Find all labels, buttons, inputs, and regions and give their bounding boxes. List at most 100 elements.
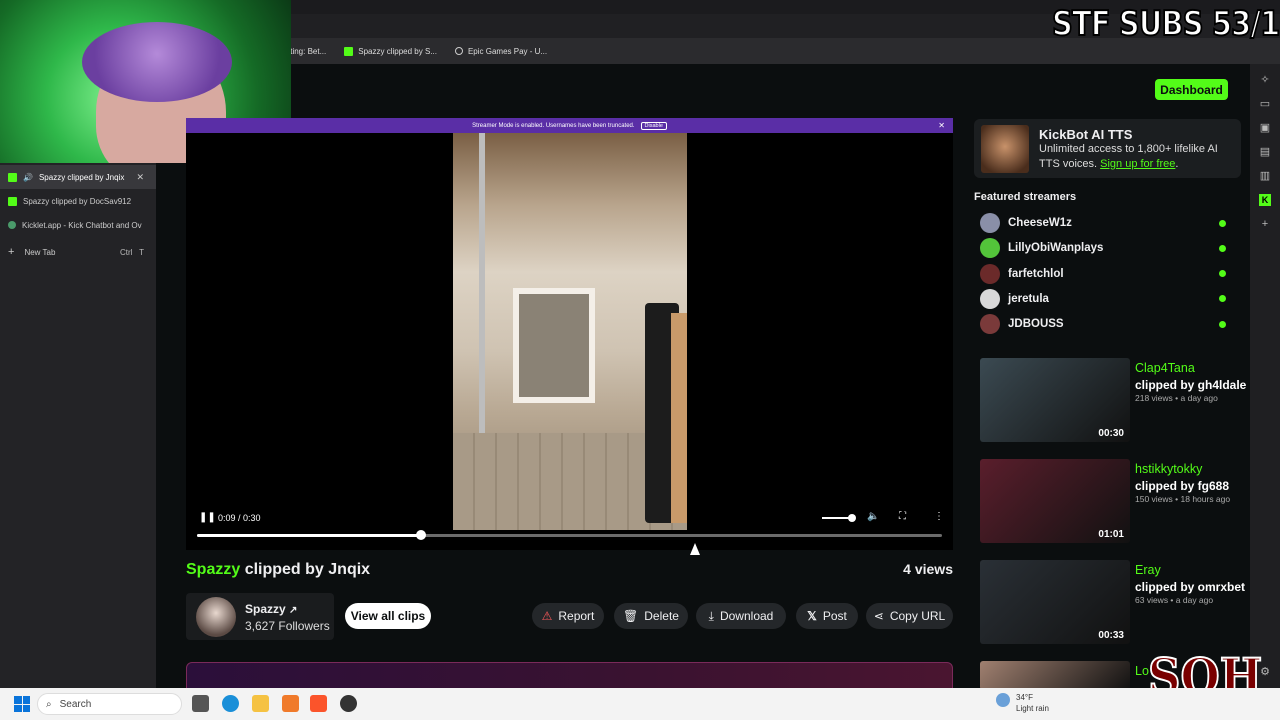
volume-knob[interactable]: [848, 514, 856, 522]
plus-icon: +: [8, 246, 15, 258]
search-placeholder: Search: [59, 698, 92, 710]
bookmark-label: tting: Bet...: [288, 46, 327, 56]
clip-channel-link[interactable]: Clap4Tana: [1135, 361, 1195, 375]
start-tile: [22, 704, 30, 712]
tab-kicklet[interactable]: Kicklet.app - Kick Chatbot and Ov: [0, 213, 156, 237]
obs-icon[interactable]: [340, 695, 357, 712]
video-progress-knob[interactable]: [415, 530, 426, 540]
app-icon[interactable]: [282, 695, 299, 712]
vertical-tabs-sidebar: 🔊 Spazzy clipped by Jnqix ✕ Spazzy clipp…: [0, 163, 156, 688]
featured-streamer[interactable]: JDBOUSS: [980, 314, 1230, 335]
clip-thumbnail[interactable]: [980, 661, 1130, 690]
featured-streamer[interactable]: CheeseW1z: [980, 213, 1230, 233]
clip-channel-link[interactable]: hstikkytokky: [1135, 462, 1202, 476]
volume-icon[interactable]: 🔈: [867, 511, 879, 522]
kick-icon: [8, 172, 17, 182]
clip-meta: 63 views • a day ago: [1135, 595, 1214, 605]
close-icon[interactable]: ✕: [938, 121, 945, 130]
featured-streamer[interactable]: farfetchlol: [980, 263, 1230, 284]
task-view-icon[interactable]: [192, 695, 209, 712]
new-tab-button[interactable]: + New Tab Ctrl T: [0, 240, 156, 264]
weather-icon[interactable]: [996, 693, 1010, 707]
video-frame: [453, 133, 687, 530]
promo-image: [981, 125, 1029, 173]
avatar: [980, 263, 1000, 284]
tab-label: Kicklet.app - Kick Chatbot and Ov: [22, 220, 142, 230]
add-icon[interactable]: +: [1259, 218, 1271, 230]
clip-thumbnail[interactable]: 01:01: [980, 459, 1130, 543]
close-icon[interactable]: ✕: [136, 172, 144, 183]
windows-start-icon[interactable]: [14, 696, 30, 712]
tab-label: Spazzy clipped by Jnqix: [38, 172, 125, 182]
disable-streamer-mode-button[interactable]: Disable: [640, 121, 667, 130]
clip-title: Spazzy clipped by Jnqix: [186, 561, 370, 579]
dashboard-button[interactable]: Dashboard: [1155, 79, 1228, 100]
streamer-name: LillyObiWanplays: [1008, 242, 1104, 255]
kicklet-icon: [8, 221, 16, 229]
bookmark-label: Spazzy clipped by S...: [358, 46, 437, 56]
tab-spazzy-docsav[interactable]: Spazzy clipped by DocSav912: [0, 189, 156, 213]
streamer-name: jeretula: [1008, 292, 1049, 305]
streamer-name: farfetchlol: [1008, 267, 1064, 280]
file-explorer-icon[interactable]: [252, 695, 269, 712]
wallet-icon[interactable]: ▣: [1259, 122, 1271, 134]
fullscreen-icon[interactable]: ⛶: [899, 511, 906, 522]
promo-title: KickBot AI TTS: [1039, 127, 1133, 142]
kick-icon[interactable]: K: [1259, 194, 1271, 206]
start-tile: [14, 696, 22, 704]
clip-thumbnail[interactable]: 00:30: [980, 358, 1130, 442]
clip-channel-link[interactable]: Eray: [1135, 563, 1161, 577]
reader-icon[interactable]: ▥: [1259, 170, 1271, 182]
edge-icon[interactable]: [222, 695, 239, 712]
avatar[interactable]: [196, 597, 236, 637]
taskbar-search[interactable]: ⌕ Search: [37, 693, 182, 715]
more-options-icon[interactable]: ⋮: [934, 511, 944, 522]
channel-name[interactable]: Spazzy ↗: [245, 602, 297, 616]
clip-channel-link[interactable]: Lo: [1135, 664, 1149, 678]
copilot-icon[interactable]: ✧: [1259, 74, 1271, 86]
sign-up-link[interactable]: Sign up for free: [1100, 158, 1175, 170]
start-tile: [22, 696, 30, 704]
follower-count: 3,627 Followers: [245, 619, 330, 633]
clip-meta: 150 views • 18 hours ago: [1135, 494, 1231, 504]
clip-clipper: clipped by omrxbet: [1135, 580, 1246, 594]
brave-icon[interactable]: [310, 695, 327, 712]
live-indicator-icon: [1219, 320, 1226, 328]
view-all-clips-button[interactable]: View all clips: [345, 603, 431, 629]
x-logo-icon: 𝕏: [807, 609, 817, 623]
featured-streamer[interactable]: jeretula: [980, 288, 1230, 309]
delete-button[interactable]: 🗑 Delete: [614, 603, 688, 629]
mouse-cursor: [690, 543, 700, 555]
clip-thumbnail[interactable]: 00:33: [980, 560, 1130, 644]
download-button[interactable]: ⤓ Download: [696, 603, 786, 629]
live-indicator-icon: [1219, 295, 1226, 303]
external-link-icon: ↗: [289, 605, 298, 616]
report-button[interactable]: ⚠ Report: [532, 603, 604, 629]
avatar: [980, 238, 1000, 259]
clip-duration: 01:01: [1098, 529, 1124, 540]
start-tile: [14, 704, 22, 712]
bookmark-item[interactable]: Spazzy clipped by S...: [344, 46, 437, 56]
new-tab-shortcut: Ctrl T: [120, 248, 144, 257]
featured-streamer[interactable]: LillyObiWanplays: [980, 238, 1230, 259]
pause-icon[interactable]: ❚❚: [199, 512, 216, 523]
shortcut-key: T: [139, 247, 144, 257]
tv-icon[interactable]: ▭: [1259, 98, 1271, 110]
notes-icon[interactable]: ▤: [1259, 146, 1271, 158]
bookmark-label: Epic Games Pay - U...: [467, 46, 548, 56]
streamer-mode-banner: Streamer Mode is enabled. Usernames have…: [186, 118, 953, 133]
bookmark-item[interactable]: tting: Bet...: [288, 47, 326, 56]
bookmark-item[interactable]: Epic Games Pay - U...: [454, 46, 548, 56]
avatar: [980, 314, 1000, 335]
trash-icon: 🗑: [623, 609, 639, 623]
download-icon: ⤓: [708, 608, 714, 623]
avatar: [980, 288, 1000, 309]
video-towel: [671, 313, 687, 523]
copy-url-button[interactable]: ⋖ Copy URL: [866, 603, 953, 629]
video-mirror: [513, 288, 595, 403]
tab-spazzy-jnqix[interactable]: 🔊 Spazzy clipped by Jnqix ✕: [0, 165, 156, 189]
post-button[interactable]: 𝕏 Post: [796, 603, 858, 629]
streamer-mode-text: Streamer Mode is enabled. Usernames have…: [472, 122, 635, 129]
clip-title-user[interactable]: Spazzy: [186, 561, 240, 578]
clip-clipper: clipped by fg688: [1135, 479, 1230, 493]
